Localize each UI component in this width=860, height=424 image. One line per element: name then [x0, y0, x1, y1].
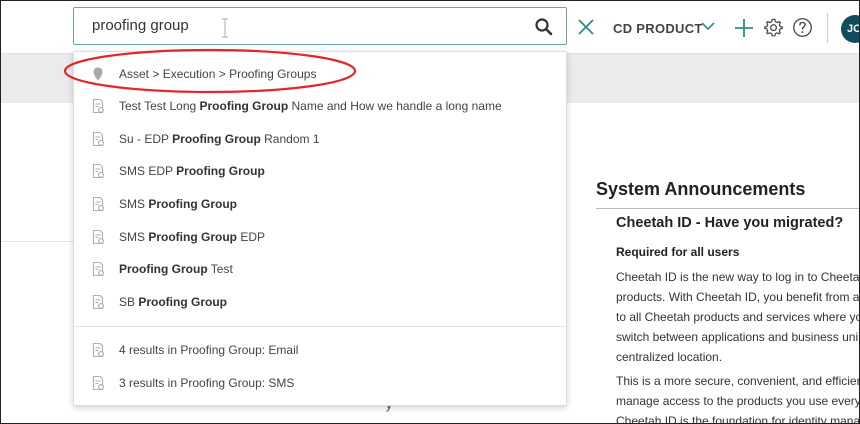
label-text: Random 1 — [260, 132, 320, 146]
announcement-title[interactable]: Cheetah ID - Have you migrated? — [616, 215, 843, 231]
label-text: Su - EDP — [119, 132, 173, 146]
proofing-group-icon — [92, 342, 104, 358]
suggestion-label: Su - EDP Proofing Group Random 1 — [119, 132, 320, 146]
divider — [74, 326, 566, 327]
proofing-group-icon — [92, 229, 104, 245]
text-line: switch between applications and business… — [616, 330, 859, 344]
app-window: y System Announcements Cheetah ID - Have… — [0, 0, 860, 424]
announcements-title: System Announcements — [596, 179, 806, 199]
close-icon[interactable] — [576, 17, 596, 37]
highlight-oval-annotation — [63, 48, 357, 94]
announcement-required-label: Required for all users — [616, 245, 740, 259]
suggestion-label: Proofing Group Test — [119, 262, 233, 276]
match-highlight: Proofing Group — [172, 132, 261, 146]
text-line: products. With Cheetah ID, you benefit f… — [616, 290, 860, 304]
match-highlight: Proofing Group — [176, 164, 265, 178]
divider — [827, 13, 828, 43]
divider — [1, 241, 73, 242]
proofing-group-icon — [92, 98, 104, 114]
system-announcements-panel: System Announcements Cheetah ID - Have y… — [596, 179, 859, 423]
proofing-group-icon — [92, 196, 104, 212]
text-line: This is a more secure, convenient, and e… — [616, 374, 860, 388]
search-input[interactable] — [92, 17, 492, 34]
product-selector[interactable]: CD PRODUCT — [613, 21, 703, 36]
match-highlight: Proofing Group — [148, 230, 237, 244]
label-text: Test Test Long — [119, 99, 200, 113]
add-icon[interactable] — [734, 18, 754, 38]
text-cursor-icon — [222, 18, 228, 38]
announcement-paragraph-1: Cheetah ID is the new way to log in to C… — [616, 267, 860, 367]
proofing-group-icon — [92, 163, 104, 179]
chevron-down-icon[interactable] — [701, 20, 715, 32]
text-line: Cheetah ID is the new way to log in to C… — [616, 270, 860, 284]
match-highlight: Proofing Group — [148, 197, 237, 211]
proofing-group-icon — [92, 261, 104, 277]
label-text: SMS EDP — [119, 164, 177, 178]
label-text: SMS — [119, 230, 149, 244]
suggestion-item[interactable]: SMS Proofing Group — [74, 189, 566, 219]
divider — [596, 208, 859, 209]
global-search-box — [73, 7, 567, 45]
text-line: to all Cheetah products and services whe… — [616, 310, 860, 324]
match-highlight: Proofing Group — [119, 262, 208, 276]
help-icon[interactable] — [792, 17, 813, 38]
suggestion-item[interactable]: SMS Proofing Group EDP — [74, 222, 566, 252]
announcement-body: Cheetah ID is the new way to log in to C… — [616, 267, 860, 424]
suggestion-label: SMS Proofing Group EDP — [119, 230, 265, 244]
results-summary-item[interactable]: 3 results in Proofing Group: SMS — [74, 368, 566, 398]
match-highlight: Proofing Group — [199, 99, 289, 113]
proofing-group-icon — [92, 294, 104, 310]
avatar[interactable]: JC — [841, 15, 859, 43]
results-summary-label: 4 results in Proofing Group: Email — [119, 343, 299, 357]
suggestion-item[interactable]: Proofing Group Test — [74, 254, 566, 284]
match-highlight: Proofing Group — [138, 295, 227, 309]
text-line: centralized location. — [616, 350, 723, 364]
suggestion-item[interactable]: Su - EDP Proofing Group Random 1 — [74, 124, 566, 154]
label-text: Name and How we handle a long name — [288, 99, 502, 113]
suggestion-label: SMS Proofing Group — [119, 197, 237, 211]
search-suggestions-dropdown: Asset > Execution > Proofing Groups Test … — [73, 51, 567, 406]
results-summary-label: 3 results in Proofing Group: SMS — [119, 376, 295, 390]
label-text: SB — [119, 295, 139, 309]
suggestion-label: SB Proofing Group — [119, 295, 227, 309]
announcement-paragraph-2: This is a more secure, convenient, and e… — [616, 371, 860, 424]
label-text: EDP — [237, 230, 266, 244]
text-line: manage access to the products you use ev… — [616, 394, 860, 408]
suggestion-item[interactable]: SMS EDP Proofing Group — [74, 156, 566, 186]
label-text: SMS — [119, 197, 149, 211]
proofing-group-icon — [92, 375, 104, 391]
label-text: Test — [207, 262, 233, 276]
results-summary-item[interactable]: 4 results in Proofing Group: Email — [74, 335, 566, 365]
suggestion-label: Test Test Long Proofing Group Name and H… — [119, 99, 502, 113]
text-line: Cheetah ID is the foundation for identit… — [616, 414, 860, 424]
gear-icon[interactable] — [763, 17, 784, 38]
suggestion-label: SMS EDP Proofing Group — [119, 164, 265, 178]
suggestion-item[interactable]: SB Proofing Group — [74, 287, 566, 317]
proofing-group-icon — [92, 131, 104, 147]
suggestion-item[interactable]: Test Test Long Proofing Group Name and H… — [74, 91, 566, 121]
top-header: CD PRODUCT JC — [1, 1, 859, 54]
search-icon[interactable] — [532, 16, 556, 38]
